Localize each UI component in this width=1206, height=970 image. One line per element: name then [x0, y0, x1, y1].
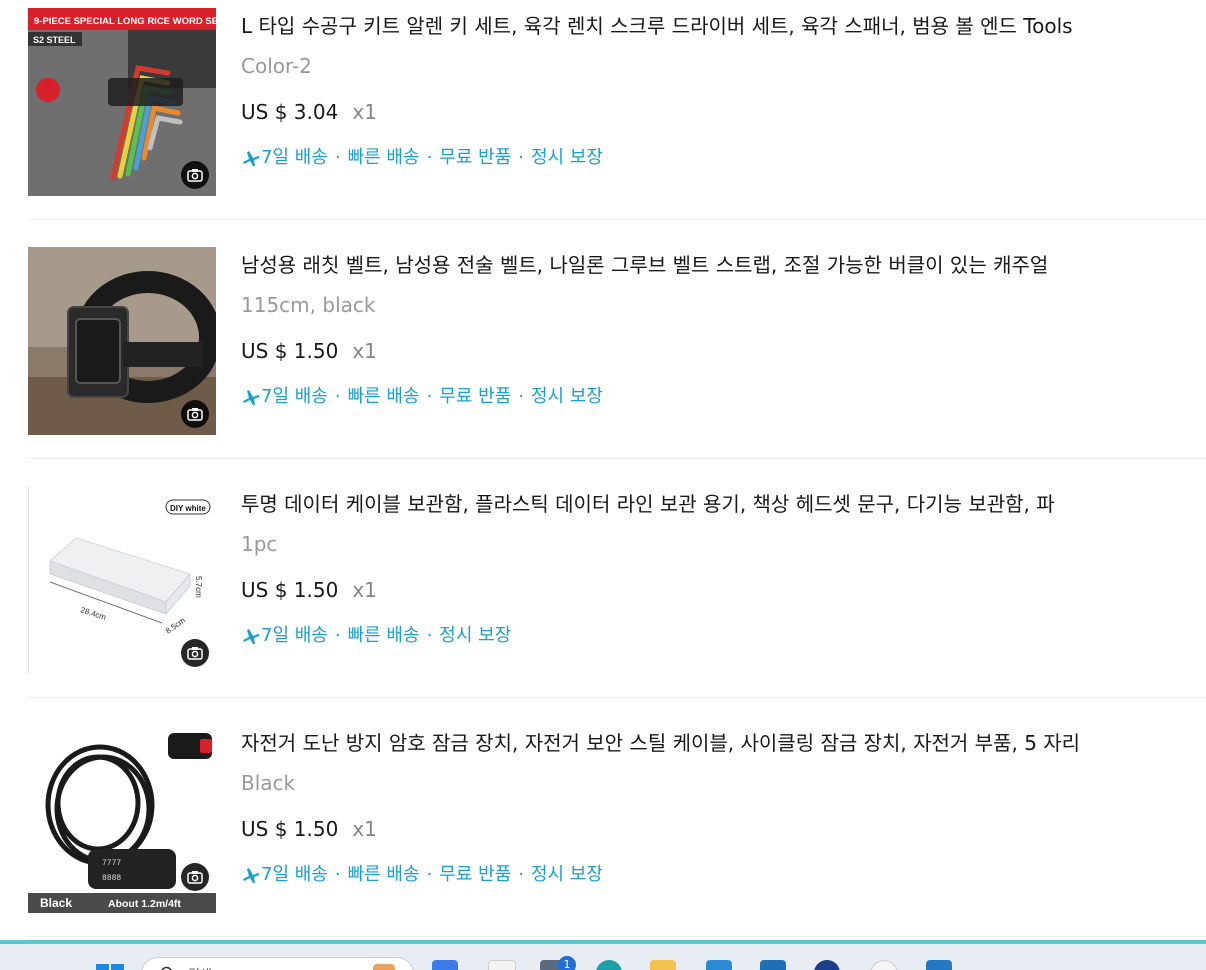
service-tags: 7일 배송 · 빠른 배송 · 무료 반품 · 정시 보장 — [241, 145, 603, 171]
price-row: US $ 3.04 x1 — [241, 98, 377, 126]
product-variant: 115cm, black — [241, 293, 376, 317]
service-free-returns: 무료 반품 — [439, 147, 512, 168]
price-row: US $ 1.50 x1 — [241, 576, 377, 604]
service-free-returns: 무료 반품 — [439, 864, 512, 885]
service-separator: · — [334, 625, 341, 646]
product-image[interactable] — [28, 247, 216, 435]
product-image[interactable]: 9-PIECE SPECIAL LONG RICE WORD SET S2 ST… — [28, 8, 216, 196]
service-on-time-guarantee: 정시 보장 — [531, 147, 603, 168]
product-variant: 1pc — [241, 532, 278, 556]
windows-start-icon[interactable] — [96, 964, 124, 970]
search-icon — [161, 966, 172, 970]
service-separator: · — [518, 864, 524, 885]
service-on-time-guarantee: 정시 보장 — [531, 386, 603, 407]
service-delivery-days: 7일 배송 — [261, 864, 328, 885]
search-highlight-icon — [373, 964, 395, 970]
camera-icon[interactable] — [181, 400, 209, 428]
service-fast-delivery: 빠른 배송 — [347, 625, 420, 646]
taskbar-app-icon[interactable] — [870, 960, 898, 970]
product-price: US $ 1.50 — [241, 339, 339, 363]
taskbar-search-text: 검색 — [188, 964, 212, 970]
service-free-returns: 무료 반품 — [439, 386, 512, 407]
image-banner-text: 9-PIECE SPECIAL LONG RICE WORD SET — [34, 16, 216, 27]
item-divider — [28, 936, 1206, 937]
order-item[interactable]: DIY white 28.4cm 8.5cm 5.7cm 투명 데이터 케이블 … — [28, 478, 1206, 698]
product-title[interactable]: 자전거 도난 방지 암호 잠금 장치, 자전거 보안 스틸 케이블, 사이클링 … — [241, 729, 1176, 757]
product-quantity: x1 — [352, 817, 377, 841]
product-title[interactable]: L 타입 수공구 키트 알렌 키 세트, 육각 렌치 스크루 드라이버 세트, … — [241, 12, 1176, 40]
product-quantity: x1 — [352, 339, 377, 363]
item-divider — [28, 697, 1206, 698]
service-on-time-guarantee: 정시 보장 — [531, 864, 603, 885]
taskbar-app-icon[interactable] — [926, 960, 952, 970]
service-tags: 7일 배송 · 빠른 배송 · 무료 반품 · 정시 보장 — [241, 384, 603, 410]
service-separator: · — [426, 625, 433, 646]
product-price: US $ 1.50 — [241, 817, 339, 841]
service-separator: · — [334, 864, 341, 885]
product-variant: Black — [241, 771, 296, 795]
service-fast-delivery: 빠른 배송 — [347, 147, 420, 168]
item-divider — [28, 458, 1206, 459]
order-item[interactable]: 남성용 래칫 벨트, 남성용 전술 벨트, 나일론 그루브 벨트 스트랩, 조절… — [28, 239, 1206, 459]
windows-taskbar: 검색 1 — [0, 940, 1206, 970]
product-image[interactable]: 7777 8888 Black About 1.2m/4ft — [28, 725, 216, 913]
price-row: US $ 1.50 x1 — [241, 337, 377, 365]
service-separator: · — [426, 386, 433, 407]
item-divider — [28, 219, 1206, 220]
notification-badge: 1 — [558, 956, 576, 970]
airplane-icon — [243, 390, 260, 405]
briefcase-icon[interactable] — [760, 960, 786, 970]
service-separator: · — [426, 864, 433, 885]
camera-icon[interactable] — [181, 639, 209, 667]
service-separator: · — [334, 386, 341, 407]
product-title[interactable]: 투명 데이터 케이블 보관함, 플라스틱 데이터 라인 보관 용기, 책상 헤드… — [241, 490, 1176, 518]
service-tags: 7일 배송 · 빠른 배송 · 정시 보장 — [241, 623, 511, 649]
taskbar-app-icon[interactable] — [432, 960, 458, 970]
airplane-icon — [243, 151, 260, 166]
product-variant: Color-2 — [241, 54, 312, 78]
service-delivery-days: 7일 배송 — [261, 386, 328, 407]
airplane-icon — [243, 629, 260, 644]
service-on-time-guarantee: 정시 보장 — [439, 625, 512, 646]
service-fast-delivery: 빠른 배송 — [347, 386, 420, 407]
camera-icon[interactable] — [181, 161, 209, 189]
service-delivery-days: 7일 배송 — [261, 147, 328, 168]
product-quantity: x1 — [352, 100, 377, 124]
service-separator: · — [334, 147, 341, 168]
product-price: US $ 1.50 — [241, 578, 339, 602]
price-row: US $ 1.50 x1 — [241, 815, 377, 843]
image-label-right: About 1.2m/4ft — [108, 898, 181, 910]
svg-text:7777: 7777 — [102, 859, 121, 868]
order-item[interactable]: 9-PIECE SPECIAL LONG RICE WORD SET S2 ST… — [28, 0, 1206, 220]
camera-icon[interactable] — [181, 863, 209, 891]
product-price: US $ 3.04 — [241, 100, 339, 124]
taskbar-app-icon[interactable] — [814, 960, 840, 970]
taskbar-app-icon[interactable] — [488, 960, 516, 970]
taskbar-app-icon[interactable] — [706, 960, 732, 970]
service-separator: · — [426, 147, 433, 168]
service-delivery-days: 7일 배송 — [261, 625, 328, 646]
taskbar-search-box[interactable]: 검색 — [141, 957, 414, 970]
dimension-height: 5.7cm — [194, 576, 203, 598]
file-explorer-icon[interactable] — [650, 960, 676, 970]
svg-text:8888: 8888 — [102, 874, 121, 883]
product-quantity: x1 — [352, 578, 377, 602]
edge-browser-icon[interactable] — [596, 960, 622, 970]
product-title[interactable]: 남성용 래칫 벨트, 남성용 전술 벨트, 나일론 그루브 벨트 스트랩, 조절… — [241, 251, 1176, 279]
airplane-icon — [243, 868, 260, 883]
service-separator: · — [518, 386, 524, 407]
product-image[interactable]: DIY white 28.4cm 8.5cm 5.7cm — [28, 486, 216, 674]
image-tag-text: DIY white — [170, 504, 206, 513]
service-tags: 7일 배송 · 빠른 배송 · 무료 반품 · 정시 보장 — [241, 862, 603, 888]
order-item[interactable]: 7777 8888 Black About 1.2m/4ft 자전거 도난 방지… — [28, 717, 1206, 937]
service-fast-delivery: 빠른 배송 — [347, 864, 420, 885]
service-separator: · — [518, 147, 524, 168]
image-tag-text: S2 STEEL — [33, 35, 76, 45]
order-list-page: 9-PIECE SPECIAL LONG RICE WORD SET S2 ST… — [0, 0, 1206, 970]
image-label-left: Black — [40, 896, 72, 910]
